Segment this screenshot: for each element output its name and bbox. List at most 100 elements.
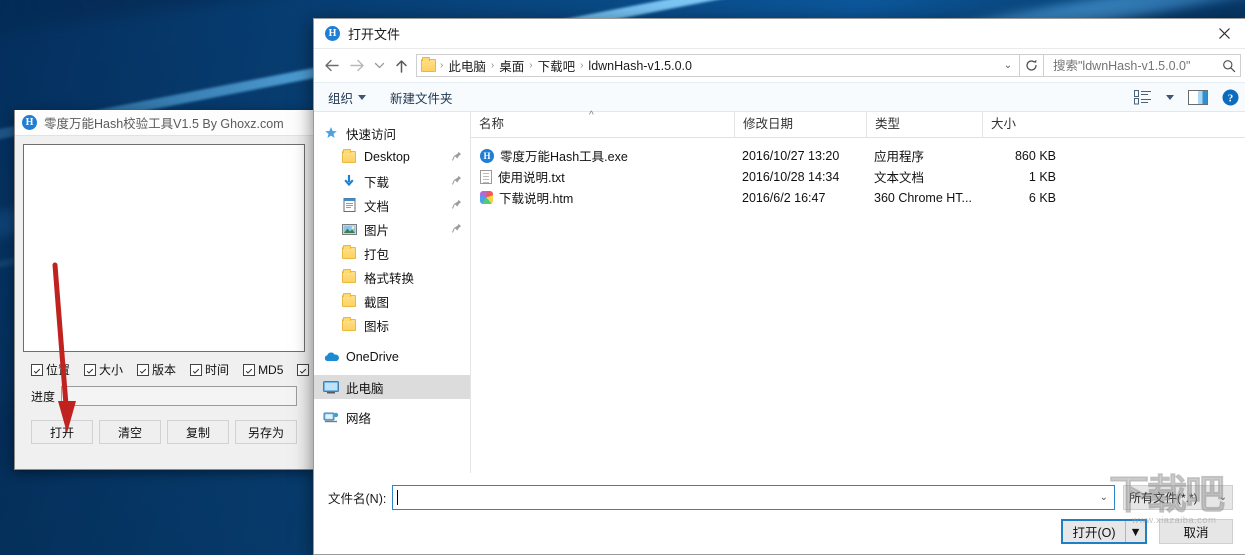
hash-tool-title: 零度万能Hash校验工具V1.5 By Ghoxz.com — [44, 117, 284, 131]
checkbox-checked-icon — [137, 363, 150, 376]
recent-locations-button[interactable] — [370, 53, 388, 79]
new-folder-button[interactable]: 新建文件夹 — [390, 88, 453, 107]
column-header-type[interactable]: 类型 — [866, 111, 982, 137]
table-row[interactable]: 下载说明.htm 2016/6/2 16:47 360 Chrome HT...… — [471, 187, 1245, 208]
breadcrumb-item-desktop[interactable]: 桌面 — [495, 56, 528, 75]
open-button[interactable]: 打开(O) ▼ — [1061, 519, 1147, 544]
hash-tool-titlebar[interactable]: H 零度万能Hash校验工具V1.5 By Ghoxz.com — [15, 110, 313, 136]
checkbox-md5[interactable]: MD5 — [243, 363, 283, 377]
text-cursor — [397, 490, 399, 505]
file-size-cell: 1 KB — [1028, 169, 1056, 184]
sidebar-item-label: OneDrive — [346, 350, 399, 364]
filename-input[interactable]: ⌄ — [392, 485, 1115, 510]
clear-button[interactable]: 清空 — [99, 420, 161, 444]
up-button[interactable] — [388, 53, 414, 79]
checkbox-version[interactable]: 版本 — [137, 361, 176, 378]
close-icon — [1218, 28, 1230, 39]
forward-button[interactable] — [344, 53, 370, 79]
dialog-action-row: 打开(O) ▼ 取消 — [328, 519, 1233, 544]
hash-tool-body: 位置 大小 版本 时间 MD5 进度 打开 清空 复制 另存为 — [15, 136, 313, 444]
sidebar-item-documents[interactable]: 文档 — [314, 193, 470, 217]
file-name-cell: H 零度万能Hash工具.exe — [471, 146, 734, 165]
view-chevron-down-icon[interactable] — [1166, 94, 1174, 100]
sidebar-item-label: 快速访问 — [346, 127, 397, 142]
sidebar-item-network[interactable]: 网络 — [314, 405, 470, 429]
search-box[interactable] — [1044, 54, 1241, 77]
help-icon[interactable]: ? — [1222, 89, 1239, 106]
dialog-content: 快速访问 Desktop 下载 文档 图片 打包 格式转换 截图 图标 OneD… — [314, 110, 1245, 473]
hash-tool-window[interactable]: H 零度万能Hash校验工具V1.5 By Ghoxz.com 位置 大小 版本… — [14, 110, 314, 470]
checkbox-checked-icon — [31, 363, 43, 376]
breadcrumb-item-current-folder[interactable]: ldwnHash-v1.5.0.0 — [584, 59, 696, 73]
navigation-pane[interactable]: 快速访问 Desktop 下载 文档 图片 打包 格式转换 截图 图标 OneD… — [314, 112, 471, 473]
pin-icon[interactable] — [452, 175, 462, 188]
refresh-button[interactable] — [1020, 54, 1044, 77]
preview-pane-icon[interactable] — [1188, 89, 1208, 105]
checkbox-checked-icon — [243, 363, 256, 376]
column-header-date[interactable]: 修改日期 — [734, 111, 866, 137]
sidebar-item-this-pc[interactable]: 此电脑 — [314, 375, 470, 399]
copy-button[interactable]: 复制 — [167, 420, 229, 444]
sidebar-item-pictures[interactable]: 图片 — [314, 217, 470, 241]
exe-hash-icon: H — [480, 148, 494, 163]
search-icon[interactable] — [1222, 59, 1236, 73]
sidebar-item-quick-access[interactable]: 快速访问 — [314, 121, 470, 145]
search-input[interactable] — [1051, 57, 1222, 74]
breadcrumb-dropdown-button[interactable]: ⌄ — [997, 60, 1019, 71]
table-row[interactable]: 使用说明.txt 2016/10/28 14:34 文本文档 1 KB — [471, 166, 1245, 187]
organize-button[interactable]: 组织 — [328, 88, 367, 107]
checkbox-checked-icon — [297, 363, 310, 376]
documents-icon — [341, 197, 357, 213]
file-list-pane[interactable]: 名称 ^ 修改日期 类型 大小 H 零度万能Hash工具.exe 2016/10… — [471, 110, 1245, 473]
folder-icon — [341, 149, 357, 165]
open-split-dropdown[interactable]: ▼ — [1125, 521, 1145, 542]
file-name-cell: 使用说明.txt — [471, 167, 734, 186]
save-as-button[interactable]: 另存为 — [235, 420, 297, 444]
breadcrumb-item-xiazaiba[interactable]: 下载吧 — [534, 56, 580, 75]
column-header-date-label: 修改日期 — [743, 117, 794, 131]
close-button[interactable] — [1201, 19, 1245, 48]
chevron-down-icon[interactable]: ⌄ — [1100, 492, 1108, 503]
open-file-dialog[interactable]: H 打开文件 › 此电脑 › 桌面 › 下载吧 › ldwnHash-v1.5.… — [313, 18, 1245, 555]
sidebar-item-dabao[interactable]: 打包 — [314, 241, 470, 265]
sidebar-item-label: 文档 — [364, 199, 390, 214]
hash-options-checkbox-row: 位置 大小 版本 时间 MD5 — [23, 352, 310, 382]
sidebar-item-downloads[interactable]: 下载 — [314, 169, 470, 193]
pin-icon[interactable] — [452, 199, 462, 212]
checkbox-cutoff[interactable] — [297, 363, 310, 376]
checkbox-position[interactable]: 位置 — [31, 361, 70, 378]
onedrive-icon — [323, 349, 339, 365]
table-row[interactable]: H 零度万能Hash工具.exe 2016/10/27 13:20 应用程序 8… — [471, 145, 1245, 166]
breadcrumb[interactable]: › 此电脑 › 桌面 › 下载吧 › ldwnHash-v1.5.0.0 ⌄ — [416, 54, 1020, 77]
file-size-cell: 6 KB — [1028, 190, 1056, 205]
dialog-toolbar: 组织 新建文件夹 ? — [314, 82, 1245, 112]
cancel-button[interactable]: 取消 — [1159, 519, 1233, 544]
sidebar-item-format-convert[interactable]: 格式转换 — [314, 265, 470, 289]
progress-label: 进度 — [31, 389, 56, 404]
progress-bar — [61, 386, 297, 406]
dialog-titlebar[interactable]: H 打开文件 — [314, 19, 1245, 49]
checkbox-time[interactable]: 时间 — [190, 361, 229, 378]
sidebar-item-screenshots[interactable]: 截图 — [314, 289, 470, 313]
arrow-right-icon — [349, 59, 364, 72]
star-pin-icon — [323, 125, 339, 141]
text-file-icon — [480, 169, 492, 184]
sidebar-item-label: 截图 — [364, 295, 390, 310]
arrow-left-icon — [324, 59, 339, 72]
pin-icon[interactable] — [452, 223, 462, 236]
dialog-navigation-bar: › 此电脑 › 桌面 › 下载吧 › ldwnHash-v1.5.0.0 ⌄ — [314, 49, 1245, 82]
sidebar-item-desktop[interactable]: Desktop — [314, 145, 470, 169]
checkbox-size[interactable]: 大小 — [84, 361, 123, 378]
column-header-size[interactable]: 大小 — [982, 111, 1064, 137]
open-button[interactable]: 打开 — [31, 420, 93, 444]
sidebar-item-onedrive[interactable]: OneDrive — [314, 345, 470, 369]
column-header-name[interactable]: 名称 ^ — [471, 110, 734, 137]
view-list-icon[interactable] — [1134, 89, 1152, 105]
back-button[interactable] — [318, 53, 344, 79]
file-type-filter-dropdown[interactable]: 所有文件(*.*) ⌄ — [1123, 485, 1233, 510]
filename-row: 文件名(N): ⌄ 所有文件(*.*) ⌄ — [328, 485, 1233, 510]
breadcrumb-item-this-pc[interactable]: 此电脑 — [444, 56, 490, 75]
pin-icon[interactable] — [452, 151, 462, 164]
sidebar-item-icons[interactable]: 图标 — [314, 313, 470, 337]
hash-result-textarea[interactable] — [23, 144, 305, 352]
